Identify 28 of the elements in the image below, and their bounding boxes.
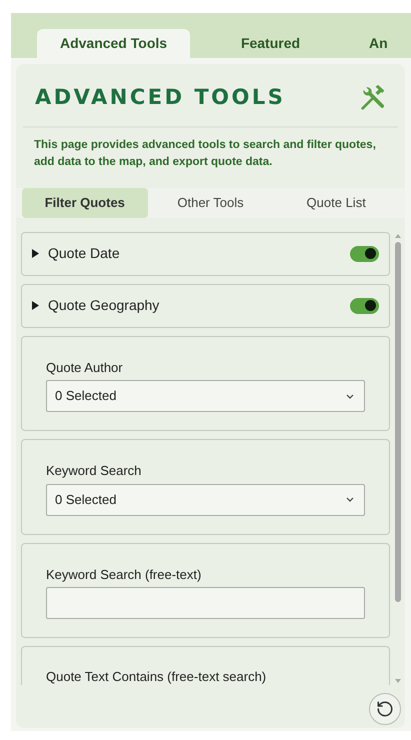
caret-icon	[32, 249, 39, 258]
expand-toggle[interactable]	[32, 301, 39, 310]
toggle-switch[interactable]	[350, 298, 379, 314]
chevron-down-icon	[346, 497, 354, 502]
filter-label: Quote Author	[46, 358, 124, 376]
text-field[interactable]	[46, 587, 365, 619]
filter-label: Keyword Search (free-text)	[46, 566, 202, 584]
select-field[interactable]: 0 Selected	[46, 380, 365, 412]
select-field[interactable]: 0 Selected	[46, 484, 365, 516]
filter-label: Keyword Search	[46, 462, 142, 480]
scrollbar-thumb[interactable]	[395, 242, 401, 602]
subtab[interactable]: Quote List	[273, 188, 400, 218]
filter-label: Quote Geography	[48, 296, 160, 315]
chevron-down-icon	[346, 394, 354, 398]
tab[interactable]: An	[351, 29, 411, 58]
subtab[interactable]: Other Tools	[148, 188, 274, 218]
tab[interactable]: Advanced Tools	[37, 29, 190, 58]
caret-icon	[32, 301, 39, 310]
subtab[interactable]: Filter Quotes	[22, 188, 148, 218]
filter-label: Quote Text Contains (free-text search)	[46, 668, 268, 684]
panel-title: ADVANCED TOOLS	[35, 84, 286, 111]
expand-toggle[interactable]	[32, 249, 39, 258]
tab[interactable]: Featured	[194, 29, 347, 58]
reset-button[interactable]	[369, 692, 401, 724]
filter-label: Quote Date	[48, 244, 120, 263]
toggle-switch[interactable]	[350, 246, 379, 262]
panel-description: This page provides advanced tools to search and filter quotes, add data to the map, and export quote data.	[33, 138, 377, 170]
reset-icon	[376, 700, 394, 718]
